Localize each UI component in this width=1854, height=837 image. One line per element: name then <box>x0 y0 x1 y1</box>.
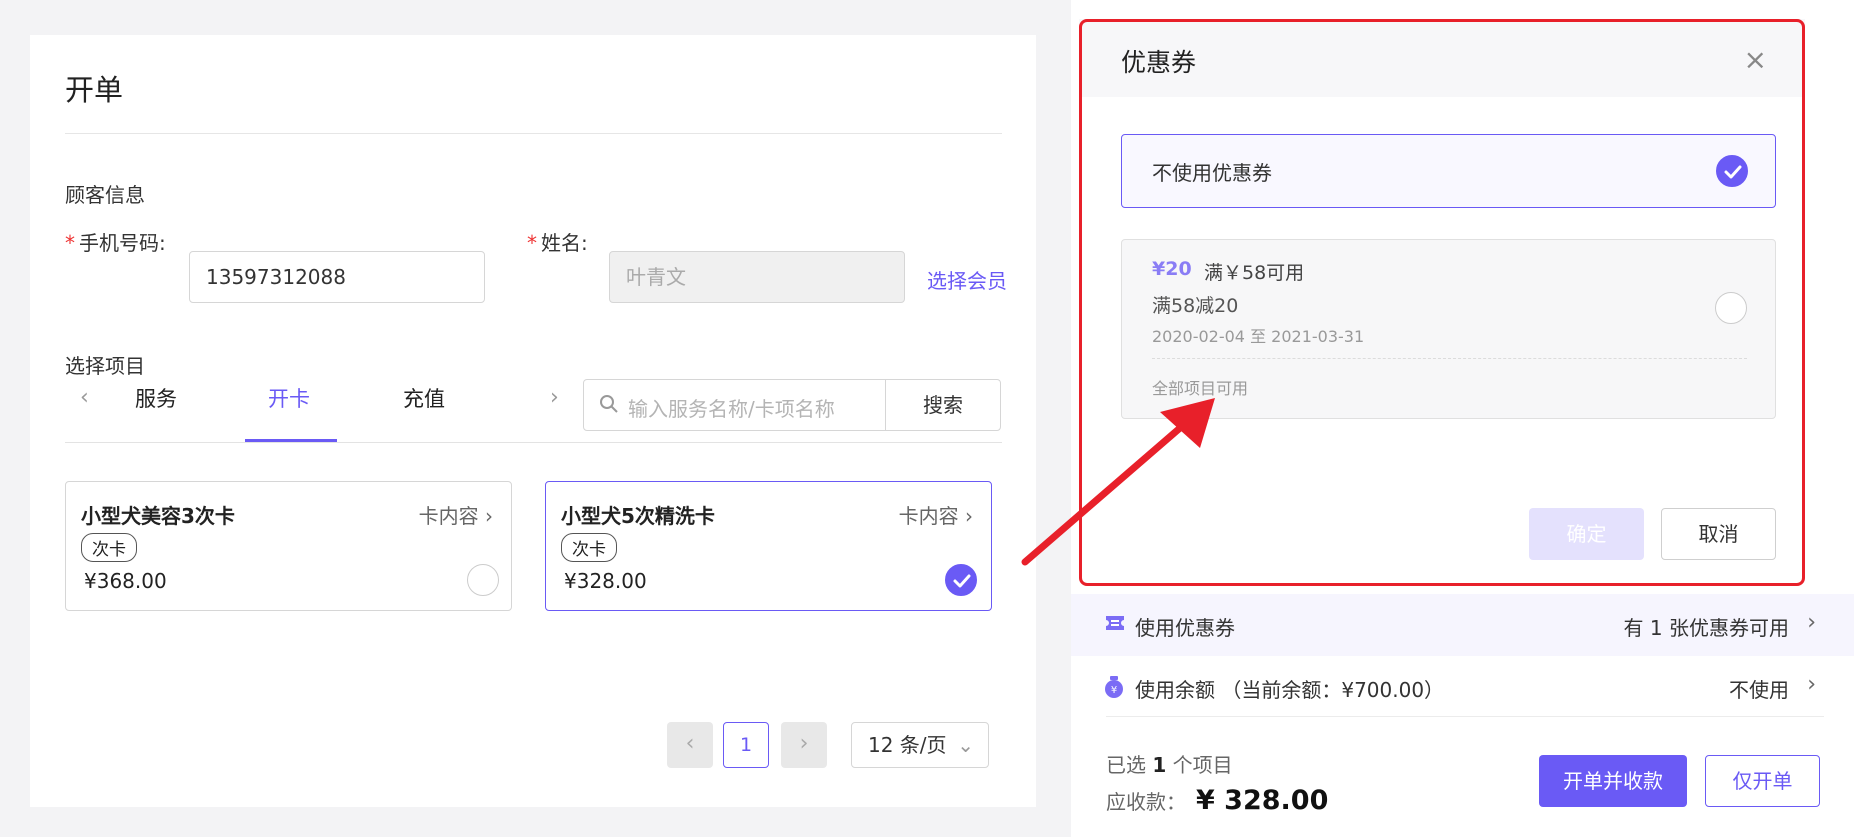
chevron-right-icon: › <box>1807 610 1816 635</box>
balance-row-value: 不使用 <box>1729 678 1789 702</box>
create-and-collect-button[interactable]: 开单并收款 <box>1539 755 1687 807</box>
coupon-row[interactable]: 使用优惠券 有 1 张优惠券可用 › <box>1071 594 1854 656</box>
receivable-amount: ¥ 328.00 <box>1196 785 1329 816</box>
receivable-text: 应收款： ¥ 328.00 <box>1106 785 1329 816</box>
balance-row-label: 使用余额 （当前余额：¥700.00） <box>1135 678 1445 702</box>
selected-count-text: 已选 1 个项目 <box>1106 753 1233 777</box>
summary-divider <box>1106 716 1824 717</box>
ticket-icon <box>1104 614 1126 636</box>
money-bag-icon: ¥ <box>1104 676 1124 702</box>
coupon-row-label: 使用优惠券 <box>1135 616 1235 640</box>
chevron-right-icon: › <box>1807 672 1816 697</box>
svg-text:¥: ¥ <box>1111 685 1117 696</box>
create-only-button[interactable]: 仅开单 <box>1705 755 1820 807</box>
coupon-row-value: 有 1 张优惠券可用 <box>1623 616 1789 640</box>
balance-row[interactable]: ¥ 使用余额 （当前余额：¥700.00） 不使用 › <box>1071 656 1854 716</box>
